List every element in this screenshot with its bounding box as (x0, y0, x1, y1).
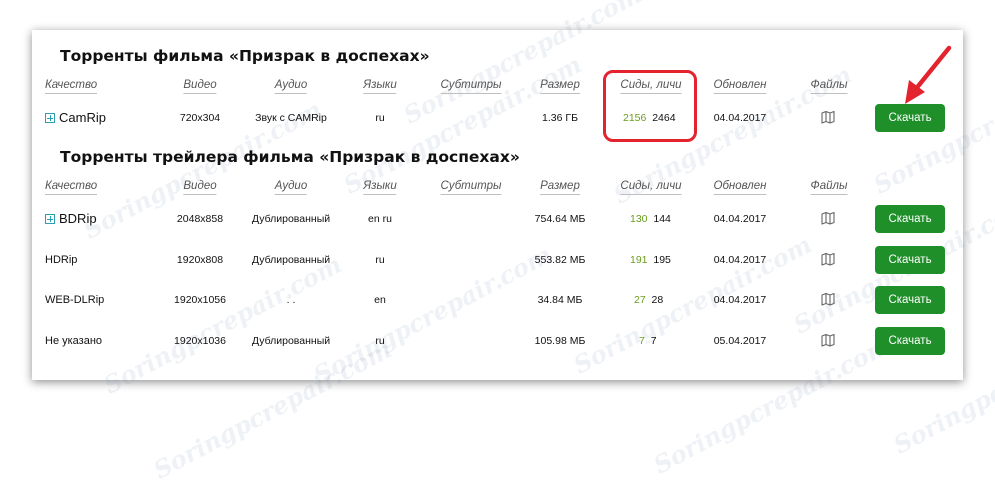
header-languages[interactable]: Языки (363, 180, 397, 195)
red-arrow-icon (905, 45, 952, 104)
download-button[interactable]: Скачать (875, 205, 945, 233)
quality-label: BDRip (59, 211, 97, 226)
languages-cell: ru (375, 335, 385, 347)
peers-count: 28 (651, 294, 664, 306)
languages-cell: en ru (368, 213, 392, 225)
updated-cell: 04.04.2017 (713, 254, 767, 266)
seeds-count: 191 (630, 254, 648, 266)
video-cell: 2048x858 (176, 213, 224, 225)
header-updated[interactable]: Обновлен (713, 79, 767, 94)
section-title-trailer: Торренты трейлера фильма «Призрак в досп… (60, 148, 520, 166)
updated-cell: 04.04.2017 (713, 294, 767, 306)
header-video[interactable]: Видео (183, 180, 217, 195)
quality-cell[interactable]: Не указано (45, 335, 102, 347)
header-subtitles[interactable]: Субтитры (440, 79, 502, 94)
header-subtitles[interactable]: Субтитры (440, 180, 502, 195)
size-cell: 553.82 МБ (534, 254, 586, 266)
plus-square-icon[interactable] (45, 113, 55, 123)
quality-cell[interactable]: HDRip (45, 254, 77, 266)
download-button[interactable]: Скачать (875, 327, 945, 355)
section-title-movie: Торренты фильма «Призрак в доспехах» (60, 47, 430, 65)
updated-cell: 05.04.2017 (713, 335, 767, 347)
header-files[interactable]: Файлы (810, 79, 848, 94)
header-audio[interactable]: Аудио (274, 180, 308, 195)
quality-label: CamRip (59, 110, 106, 125)
download-button[interactable]: Скачать (875, 104, 945, 132)
seeds-peers-cell: 130 144 (630, 213, 671, 225)
size-cell: 105.98 МБ (534, 335, 586, 347)
quality-cell[interactable]: WEB-DLRip (45, 294, 104, 306)
languages-cell: ru (375, 112, 385, 124)
download-button[interactable]: Скачать (875, 246, 945, 274)
languages-cell: ru (375, 254, 385, 266)
header-audio[interactable]: Аудио (274, 79, 308, 94)
quality-cell[interactable]: CamRip (45, 110, 106, 125)
seeds-count: 130 (630, 213, 648, 225)
video-cell: 720x304 (179, 112, 221, 124)
header-seeds-peers[interactable]: Сиды, личи (620, 180, 682, 195)
seeds-peers-cell: 191 195 (630, 254, 671, 266)
audio-cell: Дублированный (251, 254, 331, 266)
size-cell: 34.84 МБ (537, 294, 583, 306)
header-quality[interactable]: Качество (45, 180, 98, 195)
header-updated[interactable]: Обновлен (713, 180, 767, 195)
audio-cell: Дублированный (251, 335, 331, 347)
languages-cell: en (374, 294, 386, 306)
updated-cell: 04.04.2017 (713, 112, 767, 124)
updated-cell: 04.04.2017 (713, 213, 767, 225)
video-cell: 1920x808 (176, 254, 224, 266)
size-cell: 1.36 ГБ (542, 112, 578, 124)
video-cell: 1920x1056 (174, 294, 226, 306)
map-icon[interactable] (821, 211, 835, 225)
header-size[interactable]: Размер (540, 180, 580, 195)
header-video[interactable]: Видео (183, 79, 217, 94)
header-files[interactable]: Файлы (810, 180, 848, 195)
header-size[interactable]: Размер (540, 79, 580, 94)
map-icon[interactable] (821, 252, 835, 266)
header-quality[interactable]: Качество (45, 79, 98, 94)
plus-square-icon[interactable] (45, 214, 55, 224)
size-cell: 754.64 МБ (534, 213, 586, 225)
map-icon[interactable] (821, 110, 835, 124)
seeds-count: 27 (634, 294, 646, 306)
peers-count: 144 (653, 213, 671, 225)
seeds-count: 7 (639, 335, 645, 347)
video-cell: 1920x1036 (174, 335, 226, 347)
seeds-peers-cell: 27 28 (634, 294, 663, 306)
audio-cell: Дублированный (251, 213, 331, 225)
quality-cell[interactable]: BDRip (45, 211, 97, 226)
map-icon[interactable] (821, 333, 835, 347)
audio-cell: . . (286, 294, 296, 306)
seeds-peers-cell: 7 7 (639, 335, 657, 347)
peers-count: 195 (653, 254, 671, 266)
map-icon[interactable] (821, 292, 835, 306)
audio-cell: Звук с CAMRip (255, 112, 327, 124)
seeds-highlight-box (603, 70, 697, 142)
header-languages[interactable]: Языки (363, 79, 397, 94)
peers-count: 7 (650, 335, 657, 347)
download-button[interactable]: Скачать (875, 286, 945, 314)
